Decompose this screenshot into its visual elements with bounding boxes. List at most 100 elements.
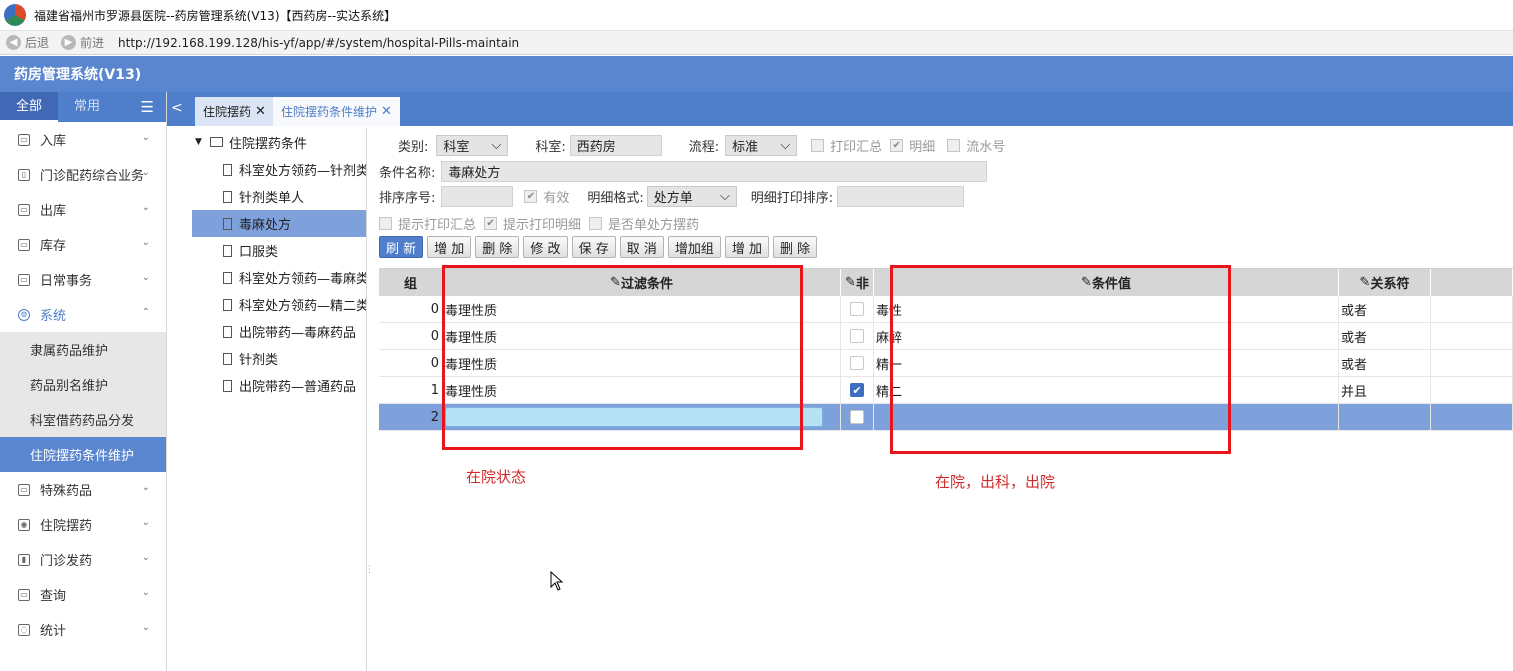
- splitter-handle[interactable]: ⋮: [365, 565, 374, 575]
- detail-format-select[interactable]: 处方单 ⌵: [646, 186, 737, 207]
- app-name: 药房管理系统(V13): [14, 67, 142, 83]
- flow-select[interactable]: 标准 ⌵: [725, 135, 798, 156]
- document-icon: [223, 217, 232, 230]
- chevron-down-icon: ⌄: [141, 587, 150, 598]
- header-group[interactable]: 组: [379, 269, 443, 296]
- form-row-4: 提示打印汇总 ✔ 提示打印明细 是否单处方摆药: [379, 214, 699, 233]
- tree-node[interactable]: 针剂类单人: [183, 183, 366, 210]
- sidebar-item-outpatient-dispense[interactable]: ▮ 门诊发药 ⌄: [0, 542, 166, 577]
- edit-button[interactable]: 修 改: [523, 236, 568, 258]
- header-relation[interactable]: ✎ 关系符: [1339, 269, 1431, 296]
- not-checkbox[interactable]: [850, 356, 864, 370]
- close-icon[interactable]: ✕: [255, 104, 266, 119]
- category-select[interactable]: 科室 ⌵: [436, 135, 509, 156]
- document-icon: [223, 271, 232, 284]
- header-not[interactable]: ✎ 非: [841, 269, 874, 296]
- tree-root[interactable]: ▼ 住院摆药条件: [183, 128, 366, 156]
- cancel-button[interactable]: 取 消: [619, 236, 664, 258]
- document-icon: [223, 163, 232, 176]
- sidebar-item-query[interactable]: ▭ 查询 ⌄: [0, 577, 166, 612]
- chevron-up-icon: ⌃: [141, 307, 150, 318]
- not-checkbox[interactable]: [850, 302, 864, 316]
- chevron-down-icon: ⌄: [141, 482, 150, 493]
- tree-node[interactable]: 口服类: [183, 237, 366, 264]
- mouse-cursor-icon: [550, 571, 564, 591]
- folder-icon: [209, 137, 223, 147]
- edit-icon: ✎: [1359, 275, 1371, 290]
- pill-icon: ◉: [18, 518, 30, 531]
- tab-strip: < 住院摆药 ✕ 住院摆药条件维护 ✕: [167, 92, 1513, 126]
- app-header: 药房管理系统(V13): [0, 56, 1513, 92]
- tab-inpatient-condition[interactable]: 住院摆药条件维护 ✕: [273, 97, 400, 126]
- delete-button[interactable]: 删 除: [475, 236, 520, 258]
- tree-node[interactable]: 科室处方领药—针剂类: [183, 156, 366, 183]
- action-toolbar: 刷 新 增 加 删 除 修 改 保 存 取 消 增加组 增 加 删 除: [379, 236, 821, 258]
- sidebar-item-special-drug[interactable]: ▭ 特殊药品 ⌄: [0, 472, 166, 507]
- forward-button[interactable]: ▶ 前进: [61, 34, 104, 51]
- tree-node[interactable]: 针剂类: [183, 345, 366, 372]
- sidebar-item-outbound[interactable]: ▭ 出库 ⌄: [0, 192, 166, 227]
- sidebar-sub-drug-alias[interactable]: 药品别名维护: [0, 367, 166, 402]
- not-checkbox-checked[interactable]: ✔: [850, 383, 864, 397]
- back-button[interactable]: ◀ 后退: [6, 34, 49, 51]
- sort-number-field[interactable]: [441, 186, 514, 207]
- sidebar-tabs: 全部 常用 ☰: [0, 92, 166, 122]
- condition-tree: ▼ 住院摆药条件 科室处方领药—针剂类 针剂类单人 毒麻处方 口服类 科室处方领…: [183, 128, 367, 671]
- sidebar-tab-common[interactable]: 常用: [58, 92, 116, 122]
- delete-row-button[interactable]: 删 除: [773, 236, 818, 258]
- sidebar-item-system[interactable]: ⚙ 系统 ⌃: [0, 297, 166, 332]
- forward-arrow-icon: ▶: [61, 35, 77, 50]
- refresh-button[interactable]: 刷 新: [379, 236, 424, 258]
- chevron-down-icon: ⌵: [719, 189, 730, 204]
- address-bar: ◀ 后退 ▶ 前进 http://192.168.199.128/his-yf/…: [0, 30, 1513, 55]
- tree-node[interactable]: 科室处方领药—精二类: [183, 291, 366, 318]
- print-summary-checkbox[interactable]: [811, 139, 825, 152]
- collapse-sidebar-icon[interactable]: <: [171, 100, 183, 116]
- condition-name-field[interactable]: 毒麻处方: [441, 161, 988, 182]
- url-field[interactable]: http://192.168.199.128/his-yf/app/#/syst…: [118, 36, 519, 50]
- add-button[interactable]: 增 加: [427, 236, 472, 258]
- single-rx-checkbox[interactable]: [589, 217, 603, 230]
- chevron-down-icon: ⌄: [141, 237, 150, 248]
- not-checkbox[interactable]: [850, 410, 864, 424]
- tree-node[interactable]: 出院带药—普通药品: [183, 372, 366, 399]
- annotation-note-filter: 在院状态: [466, 468, 527, 486]
- hint-print-summary-checkbox[interactable]: [379, 217, 392, 230]
- sidebar-item-inpatient-dispense[interactable]: ◉ 住院摆药 ⌄: [0, 507, 166, 542]
- hamburger-menu-icon[interactable]: ☰: [141, 98, 154, 116]
- sidebar-sub-inpatient-condition[interactable]: 住院摆药条件维护: [0, 437, 166, 472]
- sidebar-item-stock[interactable]: ▭ 库存 ⌄: [0, 227, 166, 262]
- detail-print-sort-field[interactable]: [837, 186, 965, 207]
- chevron-down-icon: ⌄: [141, 272, 150, 283]
- tab-inpatient-dispense[interactable]: 住院摆药 ✕: [195, 97, 274, 126]
- dept-field[interactable]: 西药房: [569, 135, 662, 156]
- sidebar-item-inbound[interactable]: ▭ 入库 ⌄: [0, 122, 166, 157]
- document-icon: [223, 325, 232, 338]
- calendar-icon: ▭: [18, 273, 30, 286]
- sidebar-item-outpatient[interactable]: ▯ 门诊配药综合业务 ⌄: [0, 157, 166, 192]
- sidebar-sub-affiliated-drug[interactable]: 隶属药品维护: [0, 332, 166, 367]
- tree-node[interactable]: 科室处方领药—毒麻类: [183, 264, 366, 291]
- add-row-button[interactable]: 增 加: [724, 236, 769, 258]
- form-row-3: 排序序号: ✔ 有效 明细格式: 处方单 ⌵ 明细打印排序:: [379, 186, 965, 207]
- save-button[interactable]: 保 存: [571, 236, 616, 258]
- detail-checkbox[interactable]: ✔: [890, 139, 904, 152]
- sidebar-sub-dept-borrow[interactable]: 科室借药药品分发: [0, 402, 166, 437]
- gear-icon: ⚙: [18, 308, 30, 321]
- window-titlebar: 福建省福州市罗源县医院--药房管理系统(V13)【西药房--实达系统】: [0, 0, 1513, 30]
- tree-node[interactable]: 出院带药—毒麻药品: [183, 318, 366, 345]
- sidebar-tab-all[interactable]: 全部: [0, 92, 58, 122]
- close-icon[interactable]: ✕: [381, 104, 392, 119]
- serial-checkbox[interactable]: [947, 139, 961, 152]
- sidebar-item-stats[interactable]: ◌ 统计 ⌄: [0, 612, 166, 647]
- tree-node-selected[interactable]: 毒麻处方: [192, 210, 366, 237]
- chevron-down-icon: ⌄: [141, 132, 150, 143]
- lock-icon: ▯: [18, 168, 30, 181]
- add-group-button[interactable]: 增加组: [667, 236, 721, 258]
- sidebar-item-daily[interactable]: ▭ 日常事务 ⌄: [0, 262, 166, 297]
- not-checkbox[interactable]: [850, 329, 864, 343]
- expand-triangle-icon[interactable]: ▼: [195, 137, 202, 147]
- chevron-down-icon: ⌵: [780, 138, 791, 153]
- valid-checkbox[interactable]: ✔: [524, 190, 538, 203]
- hint-print-detail-checkbox[interactable]: ✔: [484, 217, 498, 230]
